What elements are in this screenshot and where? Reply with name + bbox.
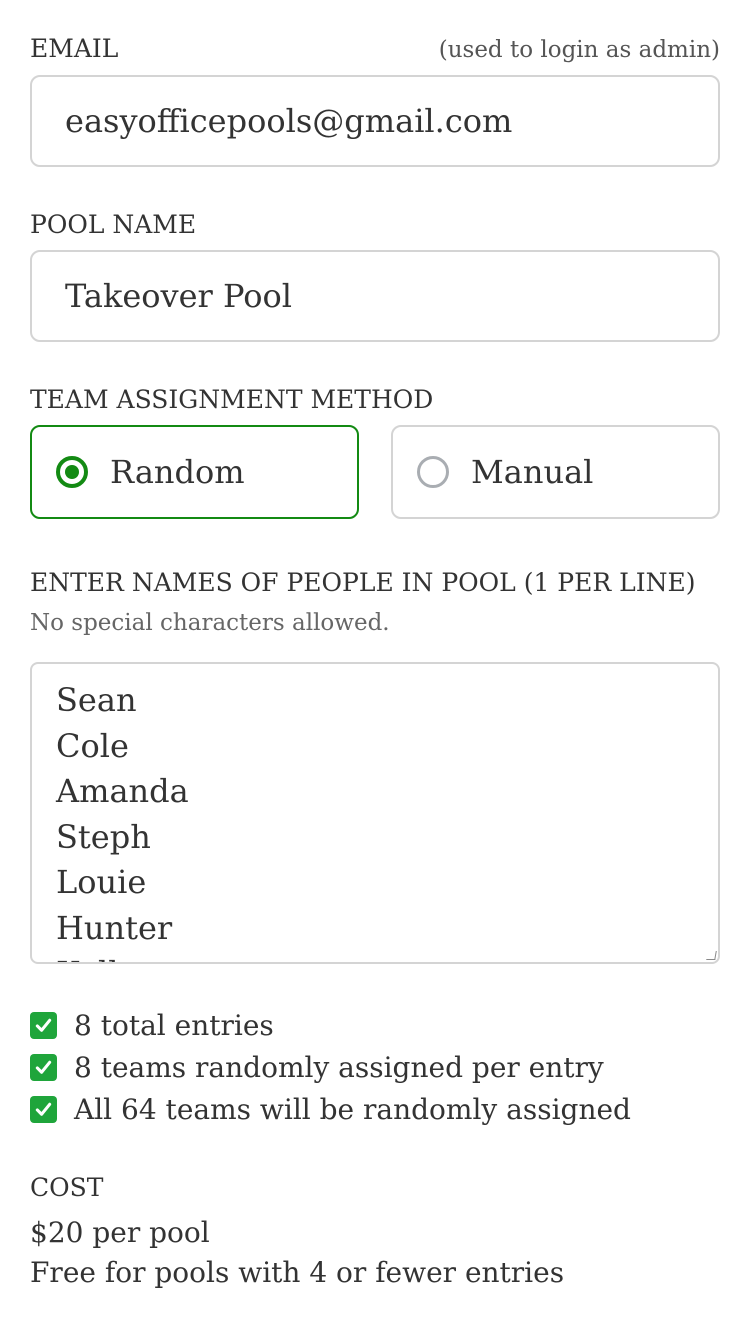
summary-checklist: 8 total entries 8 teams randomly assigne…: [30, 1004, 720, 1130]
email-label: EMAIL: [30, 34, 119, 63]
radio-option-random[interactable]: Random: [30, 425, 359, 519]
summary-item-text: 8 teams randomly assigned per entry: [74, 1050, 604, 1084]
name-line: Hunter: [56, 908, 173, 947]
summary-item: 8 total entries: [30, 1004, 720, 1046]
summary-item-text: All 64 teams will be randomly assigned: [74, 1092, 631, 1126]
resize-handle[interactable]: [706, 951, 717, 960]
summary-item: All 64 teams will be randomly assigned: [30, 1088, 720, 1130]
cost-note: Free for pools with 4 or fewer entries: [30, 1256, 565, 1289]
check-mark-button-icon: [30, 1053, 57, 1081]
name-line: Steph: [56, 817, 151, 856]
radio-unselected-icon: [417, 456, 449, 488]
name-line: Louie: [56, 863, 147, 901]
check-mark-button-icon: [30, 1095, 57, 1123]
radio-label-random: Random: [110, 453, 245, 491]
cost-price: $20 per pool: [30, 1216, 210, 1249]
summary-item-text: 8 total entries: [74, 1008, 274, 1042]
email-hint: (used to login as admin): [438, 37, 720, 63]
team-assignment-label: TEAM ASSIGNMENT METHOD: [30, 385, 434, 414]
team-assignment-options: Random Manual: [30, 425, 720, 519]
radio-option-manual[interactable]: Manual: [391, 425, 720, 519]
names-note: No special characters allowed.: [30, 610, 390, 636]
names-textarea[interactable]: Sean Cole Amanda Steph Louie Hunter Kell…: [30, 662, 720, 964]
name-line: Sean: [56, 681, 137, 719]
name-line: Kelly: [56, 951, 694, 962]
name-line: Amanda: [56, 772, 189, 810]
radio-label-manual: Manual: [471, 453, 594, 491]
names-label: ENTER NAMES OF PEOPLE IN POOL (1 PER LIN…: [30, 568, 696, 597]
radio-selected-icon: [56, 456, 88, 488]
summary-item: 8 teams randomly assigned per entry: [30, 1046, 720, 1088]
email-field[interactable]: [30, 75, 720, 167]
name-line: Cole: [56, 726, 129, 765]
check-mark-button-icon: [30, 1011, 57, 1039]
pool-name-label: POOL NAME: [30, 210, 197, 239]
pool-name-field[interactable]: [30, 250, 720, 342]
cost-label: COST: [30, 1173, 104, 1202]
radio-dot: [65, 465, 79, 479]
email-label-row: EMAIL (used to login as admin): [30, 34, 720, 63]
